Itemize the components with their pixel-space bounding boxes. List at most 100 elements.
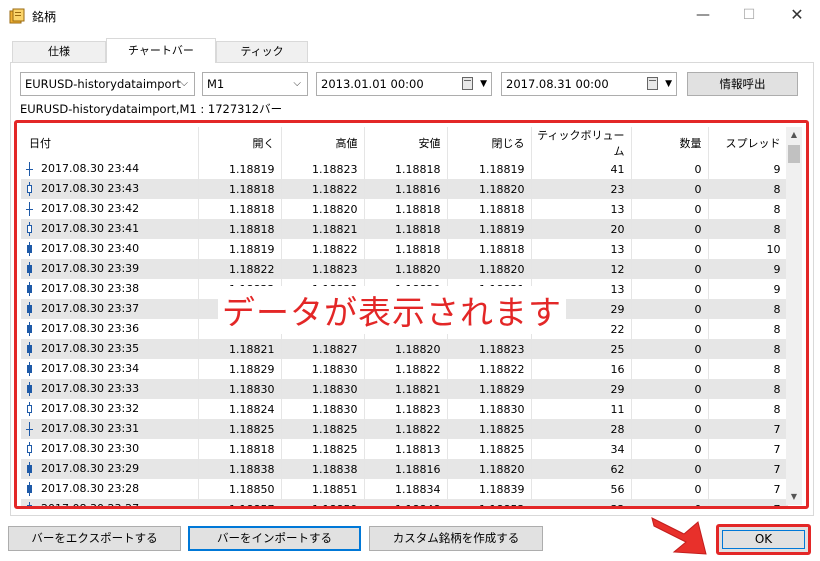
candle-icon: [25, 382, 35, 396]
cell-tick-volume: 56: [531, 479, 632, 499]
annotation-caption: データが表示されます: [218, 286, 566, 334]
table-row[interactable]: 2017.08.30 23:39 1.18822 1.18823 1.18820 1.1…: [21, 259, 788, 279]
column-header-date[interactable]: 日付: [21, 127, 199, 159]
column-header-tick-volume[interactable]: ティックボリューム: [531, 127, 632, 159]
column-header-open[interactable]: 開く: [198, 127, 282, 159]
table-row[interactable]: 2017.08.30 23:30 1.18818 1.18825 1.18813 1.1…: [21, 439, 788, 459]
candle-icon: [25, 342, 35, 356]
cell-close: 1.18823: [447, 339, 532, 359]
tab-specification[interactable]: 仕様: [12, 41, 106, 62]
cell-close: 1.18825: [447, 419, 532, 439]
cell-date-text: 2017.08.30 23:41: [41, 222, 140, 235]
table-row[interactable]: 2017.08.30 23:44 1.18819 1.18823 1.18818 1.1…: [21, 159, 788, 179]
ok-button[interactable]: OK: [716, 524, 811, 555]
cell-date-text: 2017.08.30 23:29: [41, 462, 140, 475]
timeframe-select-value: M1: [207, 77, 225, 91]
cell-date-text: 2017.08.30 23:40: [41, 242, 140, 255]
candle-icon: [25, 322, 35, 336]
cell-close: 1.18820: [447, 259, 532, 279]
candle-icon: [25, 202, 35, 216]
table-row[interactable]: 2017.08.30 23:41 1.18818 1.18821 1.18818 1.1…: [21, 219, 788, 239]
column-header-volume[interactable]: 数量: [631, 127, 709, 159]
cell-low: 1.18823: [364, 399, 448, 419]
cell-close: 1.18820: [447, 459, 532, 479]
tab-ticks[interactable]: ティック: [216, 41, 308, 62]
close-button[interactable]: ✕: [774, 0, 820, 30]
cell-open: 1.18825: [198, 419, 282, 439]
cell-date: 2017.08.30 23:42: [21, 199, 199, 219]
scroll-down-icon[interactable]: ▼: [786, 489, 802, 505]
cell-spread: 7: [708, 479, 788, 499]
calendar-icon: [647, 77, 658, 90]
cell-tick-volume: 23: [531, 179, 632, 199]
cell-open: 1.18819: [198, 159, 282, 179]
cell-date-text: 2017.08.30 23:33: [41, 382, 140, 395]
cell-close: 1.18819: [447, 159, 532, 179]
cell-date-text: 2017.08.30 23:35: [41, 342, 140, 355]
cell-tick-volume: 13: [531, 199, 632, 219]
table-row[interactable]: 2017.08.30 23:42 1.18818 1.18820 1.18818 1.1…: [21, 199, 788, 219]
tab-chart-bars[interactable]: チャートバー: [106, 38, 216, 63]
table-row[interactable]: 2017.08.30 23:43 1.18818 1.18822 1.18816 1.1…: [21, 179, 788, 199]
maximize-button[interactable]: ☐: [726, 0, 772, 30]
minimize-button[interactable]: —: [680, 0, 726, 30]
symbol-select[interactable]: EURUSD-historydataimport ⌵: [20, 72, 195, 96]
cell-low: 1.18818: [364, 219, 448, 239]
symbol-app-icon: [9, 8, 25, 24]
dropdown-arrow-icon: ▼: [480, 79, 487, 89]
cell-tick-volume: 12: [531, 259, 632, 279]
date-from-picker[interactable]: 2013.01.01 00:00 ▼: [316, 72, 492, 96]
column-header-spread[interactable]: スプレッド: [708, 127, 788, 159]
export-bars-button[interactable]: バーをエクスポートする: [8, 526, 181, 551]
table-row[interactable]: 2017.08.30 23:40 1.18819 1.18822 1.18818 1.1…: [21, 239, 788, 259]
cell-close: 1.18852: [447, 499, 532, 506]
cell-date: 2017.08.30 23:41: [21, 219, 199, 239]
scroll-thumb[interactable]: [788, 145, 800, 163]
column-header-low[interactable]: 安値: [364, 127, 448, 159]
cell-date: 2017.08.30 23:36: [21, 319, 199, 339]
cell-open: 1.18821: [198, 339, 282, 359]
column-header-close[interactable]: 閉じる: [447, 127, 532, 159]
scroll-up-icon[interactable]: ▲: [786, 127, 802, 143]
cell-volume: 0: [631, 379, 709, 399]
vertical-scrollbar[interactable]: ▲ ▼: [786, 127, 802, 505]
table-row[interactable]: 2017.08.30 23:28 1.18850 1.18851 1.18834 1.1…: [21, 479, 788, 499]
cell-date: 2017.08.30 23:38: [21, 279, 199, 299]
cell-volume: 0: [631, 239, 709, 259]
cell-close: 1.18829: [447, 379, 532, 399]
column-header-high[interactable]: 高値: [281, 127, 365, 159]
cell-close: 1.18819: [447, 219, 532, 239]
date-from-value: 2013.01.01 00:00: [321, 77, 424, 91]
cell-high: 1.18822: [281, 239, 365, 259]
table-row[interactable]: 2017.08.30 23:35 1.18821 1.18827 1.18820 1.1…: [21, 339, 788, 359]
table-row[interactable]: 2017.08.30 23:34 1.18829 1.18830 1.18822 1.1…: [21, 359, 788, 379]
table-row[interactable]: 2017.08.30 23:31 1.18825 1.18825 1.18822 1.1…: [21, 419, 788, 439]
candle-icon: [25, 462, 35, 476]
cell-volume: 0: [631, 439, 709, 459]
timeframe-select[interactable]: M1 ⌵: [202, 72, 308, 96]
candle-icon: [25, 222, 35, 236]
cell-high: 1.18851: [281, 479, 365, 499]
cell-tick-volume: 32: [531, 499, 632, 506]
candle-icon: [25, 402, 35, 416]
cell-date-text: 2017.08.30 23:38: [41, 282, 140, 295]
candle-icon: [25, 422, 35, 436]
cell-tick-volume: 20: [531, 219, 632, 239]
import-bars-button[interactable]: バーをインポートする: [188, 526, 361, 551]
cell-open: 1.18822: [198, 259, 282, 279]
cell-tick-volume: 11: [531, 399, 632, 419]
cell-close: 1.18820: [447, 179, 532, 199]
cell-low: 1.18813: [364, 439, 448, 459]
cell-date: 2017.08.30 23:35: [21, 339, 199, 359]
candle-icon: [25, 502, 35, 506]
create-custom-symbol-button[interactable]: カスタム銘柄を作成する: [369, 526, 543, 551]
date-to-picker[interactable]: 2017.08.31 00:00 ▼: [501, 72, 677, 96]
request-button[interactable]: 情報呼出: [687, 72, 798, 96]
table-row[interactable]: 2017.08.30 23:29 1.18838 1.18838 1.18816 1.1…: [21, 459, 788, 479]
cell-low: 1.18822: [364, 419, 448, 439]
table-row[interactable]: 2017.08.30 23:33 1.18830 1.18830 1.18821 1.1…: [21, 379, 788, 399]
cell-spread: 9: [708, 259, 788, 279]
table-row[interactable]: 2017.08.30 23:32 1.18824 1.18830 1.18823 1.1…: [21, 399, 788, 419]
cell-open: 1.18850: [198, 479, 282, 499]
cell-high: 1.18830: [281, 379, 365, 399]
